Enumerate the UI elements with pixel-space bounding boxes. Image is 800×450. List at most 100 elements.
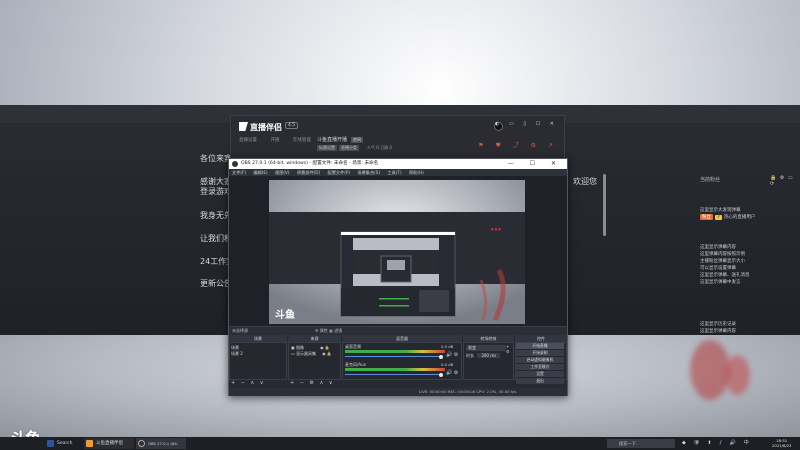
sub-tag[interactable]: 直播分类 bbox=[339, 145, 359, 151]
room-title-text: 斗鱼直播开播 bbox=[317, 137, 348, 143]
taskbar-item-label: 斗鱼直播伴侣 bbox=[96, 441, 123, 446]
taskbar-item-label: OBS 27.0.1 (64-bit... bbox=[148, 441, 179, 446]
chat-line: 这里显示弹幕内容 bbox=[700, 329, 736, 334]
source-name: 图像 bbox=[296, 345, 305, 350]
fan-badge: 粉丝 bbox=[700, 214, 713, 220]
obs-status-bar: LIVE: 00:00:00 REC: 00:00:00 CPU: 2.0%, … bbox=[229, 388, 567, 396]
audio-level-meter bbox=[345, 350, 445, 353]
scenes-dock-footer-buttons[interactable]: + − ∧ ∨ bbox=[231, 380, 265, 386]
app-icon bbox=[47, 440, 54, 447]
sources-dock-footer-buttons[interactable]: + − ⚙ ∧ ∨ bbox=[290, 380, 335, 386]
settings-button[interactable]: 设置 bbox=[516, 371, 564, 377]
companion-logo-icon bbox=[239, 122, 248, 131]
transition-type-select[interactable]: 渐变 bbox=[466, 345, 506, 351]
scene-list-item[interactable]: 场景 2 bbox=[231, 351, 243, 357]
mixer-db-value: 0.0 dB bbox=[441, 344, 454, 349]
companion-menu: 直播设置 开播 在线管理 bbox=[239, 137, 323, 143]
menu-item-tools[interactable]: 工具(T) bbox=[387, 170, 401, 175]
version-dropdown[interactable]: 4.5 bbox=[285, 122, 299, 129]
transition-duration[interactable]: 时长 300 ms bbox=[466, 353, 501, 359]
red-wisp-decoration bbox=[725, 355, 750, 395]
chat-username: 热心的直播用户 bbox=[723, 215, 756, 220]
chat-line: 可以显示设置弹幕 bbox=[700, 266, 736, 271]
exit-button[interactable]: 退出 bbox=[516, 378, 564, 384]
chat-line: 这里显示弹幕、送礼消息 bbox=[700, 273, 750, 278]
svg-text:● ● ●: ● ● ● bbox=[491, 227, 501, 231]
mute-speaker-icon[interactable]: 🔊 ⚙ bbox=[446, 352, 458, 358]
chat-panel-icons[interactable]: 🔒 ⚙ ▭ ⟳ bbox=[770, 175, 800, 187]
obs-window-title: OBS 27.0.1 (64-bit, windows) - 配置文件: 未命名… bbox=[241, 161, 379, 166]
transitions-footer-buttons[interactable]: + ⚙ bbox=[506, 344, 512, 354]
system-tray-icons[interactable]: ◆ 🛡 ⬆ ♪ 🔊 中 bbox=[682, 438, 752, 449]
page-scrollbar[interactable] bbox=[603, 174, 606, 236]
app-icon bbox=[86, 440, 93, 447]
obs-window-buttons[interactable]: — ☐ ✕ bbox=[508, 159, 563, 169]
clock-date: 2021/8/23 bbox=[772, 443, 792, 448]
controls-dock-header: 控件 bbox=[515, 335, 567, 342]
menu-item-profile[interactable]: 配置文件(P) bbox=[328, 170, 351, 175]
eye-icon[interactable]: ◉ 🔒 bbox=[320, 345, 330, 350]
source-list-item[interactable]: ▭ 显示器采集 ◉ 🔒 bbox=[291, 351, 332, 357]
chat-panel-title: 当前粉丝 bbox=[700, 177, 721, 183]
chat-line: 主播粉丝弹幕显示大小 bbox=[700, 259, 745, 264]
companion-menu-item[interactable]: 开播 bbox=[270, 138, 279, 143]
level-badge: 7 bbox=[715, 215, 722, 220]
red-wisp-decoration bbox=[690, 340, 730, 400]
obs-menubar: 文件(F) 编辑(E) 视图(V) 停靠部件(D) 配置文件(P) 场景集合(S… bbox=[229, 169, 567, 176]
mute-speaker-icon[interactable]: 🔊 ⚙ bbox=[446, 370, 458, 376]
menu-item-edit[interactable]: 编辑(E) bbox=[253, 170, 267, 175]
chat-line: 这里显示大发现弹幕 bbox=[700, 208, 741, 213]
companion-menu-item[interactable]: 在线管理 bbox=[293, 138, 311, 143]
source-name: 显示器采集 bbox=[296, 351, 317, 356]
taskbar-item[interactable]: 斗鱼直播伴侣 bbox=[84, 438, 134, 449]
room-stats: 人气 0 订阅 0 bbox=[367, 145, 392, 150]
obs-window: OBS 27.0.1 (64-bit, windows) - 配置文件: 未命名… bbox=[228, 158, 568, 396]
virtual-camera-button[interactable]: 启动虚拟摄像机 bbox=[516, 357, 564, 363]
duration-value[interactable]: 300 ms bbox=[477, 353, 501, 358]
menu-item-docks[interactable]: 停靠部件(D) bbox=[297, 170, 320, 175]
start-streaming-button[interactable]: 开始直播 bbox=[516, 343, 564, 349]
taskbar-search-input[interactable]: 搜索一下 bbox=[607, 439, 675, 448]
taskbar-clock[interactable]: 18:51 2021/8/23 bbox=[772, 438, 791, 448]
sources-dock-header: 来源 bbox=[288, 335, 341, 342]
volume-slider-knob[interactable] bbox=[439, 372, 443, 377]
obs-app-icon bbox=[232, 161, 238, 167]
mixer-dock-header: 混音器 bbox=[342, 335, 462, 342]
menu-item-help[interactable]: 帮助(H) bbox=[409, 170, 424, 175]
preview-logo-text: 斗鱼 bbox=[275, 308, 295, 321]
transitions-dock-header: 转场特效 bbox=[463, 335, 514, 342]
sub-tag[interactable]: 标题设置 bbox=[317, 145, 337, 151]
background-text-line-right: ，欢迎您 bbox=[565, 177, 597, 186]
studio-mode-button[interactable]: 工作室模式 bbox=[516, 364, 564, 370]
companion-window-controls[interactable]: ◐ ▭ ▯ ☐ ✕ bbox=[495, 121, 558, 127]
taskbar-item[interactable]: OBS 27.0.1 (64-bit... bbox=[136, 438, 186, 449]
companion-menu-item[interactable]: 直播设置 bbox=[239, 138, 257, 143]
room-tag[interactable]: 房间 bbox=[351, 137, 364, 143]
live-companion-window: 直播伴侣 4.5 直播设置 开播 在线管理 斗鱼直播开播 房间 标题设置 直播分类 … bbox=[230, 115, 565, 160]
eye-icon[interactable]: ◉ 🔒 bbox=[322, 351, 332, 356]
taskbar-item[interactable]: Search bbox=[45, 438, 81, 449]
mixer-db-value: 0.0 dB bbox=[441, 362, 454, 367]
chat-badge-line: 粉丝 7 热心的直播用户 bbox=[700, 214, 755, 220]
obs-preview-canvas[interactable]: 斗鱼 ● ● ● bbox=[269, 180, 525, 324]
obs-source-toolbar: 未选择源 ⚙ 属性 ▦ 滤镜 bbox=[229, 326, 567, 335]
recursive-preview-image: 斗鱼 ● ● ● bbox=[269, 180, 525, 324]
chat-line: 这里弹幕内容按照示例 bbox=[700, 252, 745, 257]
audio-level-meter bbox=[345, 368, 445, 371]
no-source-selected-label: 未选择源 bbox=[232, 328, 248, 333]
companion-action-icons[interactable]: ⚑ ♥ ⤴ ⚙ ↗ bbox=[478, 140, 558, 149]
chat-line: 这里显示弹幕中发言 bbox=[700, 280, 741, 285]
start-recording-button[interactable]: 开始录制 bbox=[516, 350, 564, 356]
duration-label: 时长 bbox=[466, 353, 474, 358]
volume-slider-track[interactable] bbox=[345, 356, 441, 357]
chat-line: 这里显示弹幕内容 bbox=[700, 245, 736, 250]
volume-slider-track[interactable] bbox=[345, 374, 441, 375]
companion-logo-text: 直播伴侣 bbox=[250, 123, 282, 132]
menu-item-file[interactable]: 文件(F) bbox=[232, 170, 246, 175]
obs-titlebar[interactable]: OBS 27.0.1 (64-bit, windows) - 配置文件: 未命名… bbox=[229, 159, 567, 169]
menu-item-view[interactable]: 视图(V) bbox=[275, 170, 290, 175]
taskbar-item-label: Search bbox=[57, 441, 73, 446]
properties-filters-buttons[interactable]: ⚙ 属性 ▦ 滤镜 bbox=[315, 327, 342, 335]
volume-slider-knob[interactable] bbox=[439, 354, 443, 359]
menu-item-scene-collection[interactable]: 场景集合(S) bbox=[357, 170, 380, 175]
